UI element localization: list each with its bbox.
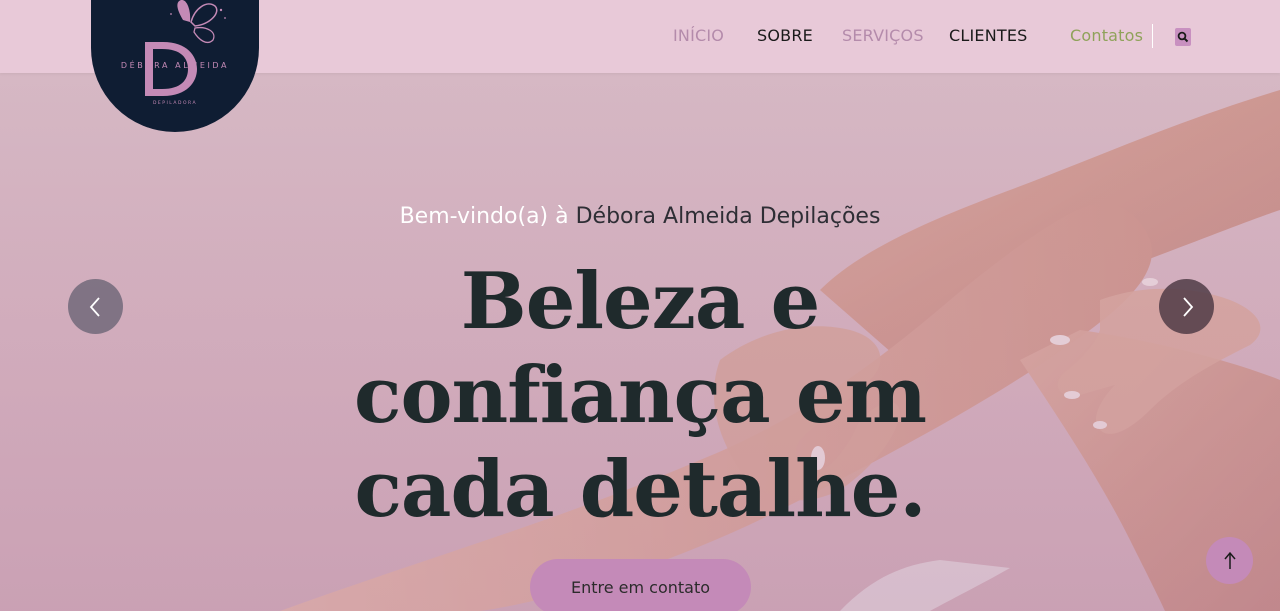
welcome-text: Bem-vindo(a) à Débora Almeida Depilações xyxy=(0,204,1280,229)
site-header: DÉBORA ALMEIDA DEPILADORA INÍCIO SOBRE S… xyxy=(0,0,1280,132)
search-icon xyxy=(1177,31,1189,43)
hero-headline: Beleza e confiança em cada detalhe. xyxy=(340,255,940,537)
carousel-prev-button[interactable] xyxy=(68,279,123,334)
carousel-next-button[interactable] xyxy=(1159,279,1214,334)
nav-item-clientes[interactable]: CLIENTES xyxy=(949,26,1028,45)
welcome-prefix: Bem-vindo(a) à xyxy=(399,204,569,229)
arrow-up-icon xyxy=(1223,551,1236,569)
chevron-left-icon xyxy=(89,296,100,317)
nav-item-servicos[interactable]: SERVIÇOS xyxy=(842,26,924,45)
chevron-right-icon xyxy=(1182,296,1193,317)
brand-subtitle: DEPILADORA xyxy=(152,101,198,106)
headline-line: Beleza e xyxy=(460,256,820,347)
brand-name: DÉBORA ALMEIDA xyxy=(120,61,230,70)
contact-cta-button[interactable]: Entre em contato xyxy=(530,559,751,611)
search-button[interactable] xyxy=(1175,28,1191,46)
nav-item-contatos[interactable]: Contatos xyxy=(1070,26,1143,45)
scroll-to-top-button[interactable] xyxy=(1206,537,1253,584)
brand-logo[interactable]: DÉBORA ALMEIDA DEPILADORA xyxy=(91,0,259,132)
welcome-business-name: Débora Almeida Depilações xyxy=(575,204,881,229)
nav-item-inicio[interactable]: INÍCIO xyxy=(673,26,724,45)
headline-line: confiança em xyxy=(353,350,927,441)
nav-item-sobre[interactable]: SOBRE xyxy=(757,26,813,45)
nav-divider xyxy=(1152,24,1153,48)
headline-line: cada detalhe. xyxy=(354,444,926,535)
